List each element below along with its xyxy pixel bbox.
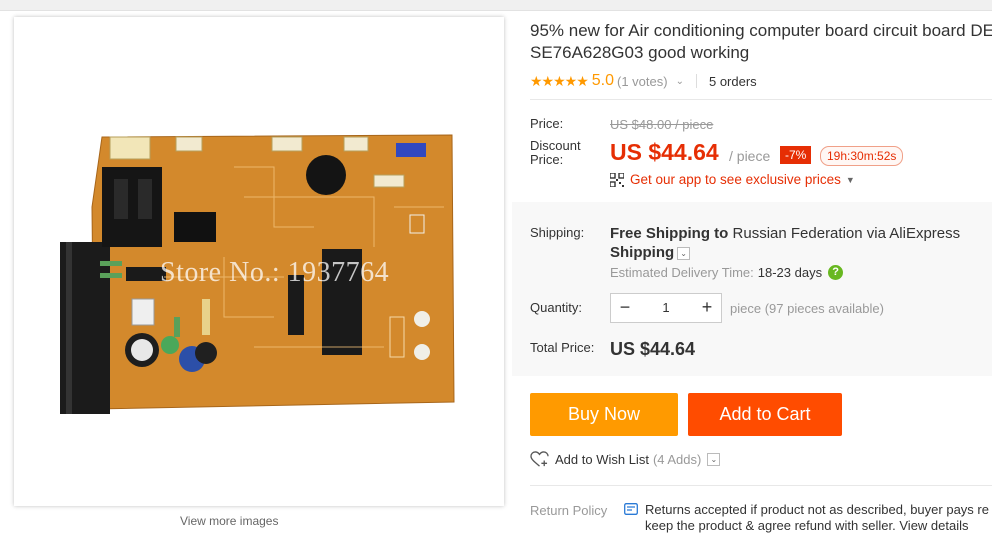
product-title: 95% new for Air conditioning computer bo… — [530, 20, 992, 64]
caret-down-icon: ▼ — [845, 174, 855, 185]
image-watermark: Store No.: 1937764 — [160, 257, 390, 288]
product-image[interactable]: Store No.: 1937764 — [14, 17, 504, 506]
discount-price-label: Discount Price: — [530, 139, 581, 167]
top-nav-strip — [0, 0, 992, 11]
view-more-images-link[interactable]: View more images — [180, 514, 278, 528]
free-shipping-text: Free Shipping to — [610, 225, 729, 242]
rating-score: 5.0 — [591, 72, 615, 89]
return-policy-text-2: keep the product & agree refund with sel… — [645, 518, 969, 533]
rating-votes-link[interactable]: (1 votes) — [617, 74, 668, 89]
quantity-available: piece (97 pieces available) — [730, 301, 884, 316]
title-line-1: 95% new for Air conditioning computer bo… — [530, 21, 992, 40]
order-count: 5 orders — [708, 73, 757, 89]
heart-plus-icon — [530, 451, 549, 467]
chevron-down-icon[interactable]: ⌄ — [677, 246, 691, 260]
shipping-destination: Russian Federation via AliExpress — [732, 225, 961, 242]
price-unit: / piece — [729, 148, 771, 164]
star-rating-icon: ★★★★★ — [530, 72, 589, 89]
chevron-down-icon[interactable]: ⌄ — [707, 453, 721, 466]
app-promo-link[interactable]: Get our app to see exclusive prices ▼ — [610, 172, 855, 187]
qr-code-icon — [610, 172, 624, 187]
divider — [530, 485, 992, 486]
title-line-2: SE76A628G03 good working — [530, 43, 750, 62]
help-icon[interactable]: ? — [828, 265, 844, 280]
wishlist-label: Add to Wish List — [555, 452, 649, 467]
total-price: US $44.64 — [610, 339, 696, 359]
discount-price: US $44.64 — [610, 139, 719, 165]
add-to-cart-button[interactable]: Add to Cart — [688, 393, 842, 436]
total-price-label: Total Price: — [530, 340, 595, 355]
discount-badge: -7% — [780, 146, 812, 164]
decrease-quantity-button[interactable]: − — [611, 294, 639, 322]
discount-label-line-1: Discount — [530, 138, 581, 153]
divider — [695, 74, 697, 88]
buy-now-button[interactable]: Buy Now — [530, 393, 678, 436]
discount-label-line-2: Price: — [530, 152, 564, 167]
shipping-method-suffix: Shipping — [610, 244, 675, 261]
price-label: Price: — [530, 116, 564, 131]
increase-quantity-button[interactable]: + — [693, 294, 721, 322]
shipping-info[interactable]: Free Shipping to Russian Federation via … — [610, 224, 992, 262]
return-policy-label: Return Policy — [530, 503, 608, 518]
countdown-timer: 19h:30m:52s — [820, 146, 904, 166]
delivery-days: 18-23 days — [757, 265, 823, 280]
quantity-label: Quantity: — [530, 300, 583, 315]
wishlist-count: (4 Adds) — [652, 452, 702, 467]
return-box-icon — [624, 503, 638, 515]
delivery-label: Estimated Delivery Time: — [610, 265, 754, 280]
divider — [530, 99, 992, 100]
original-price: US $48.00 / piece — [610, 117, 714, 132]
add-to-wishlist-link[interactable]: Add to Wish List (4 Adds) ⌄ — [530, 451, 721, 468]
shipping-label: Shipping: — [530, 225, 585, 240]
return-policy-text: Returns accepted if product not as descr… — [645, 502, 989, 517]
delivery-estimate: Estimated Delivery Time: 18-23 days ? — [610, 265, 844, 280]
chevron-down-icon[interactable]: ⌄ — [676, 76, 684, 87]
rating-row: ★★★★★ 5.0 (1 votes) ⌄ 5 orders — [530, 70, 757, 92]
quantity-input[interactable]: 1 — [639, 294, 693, 322]
quantity-stepper: − 1 + — [610, 293, 722, 323]
app-promo-text: Get our app to see exclusive prices — [630, 172, 841, 187]
